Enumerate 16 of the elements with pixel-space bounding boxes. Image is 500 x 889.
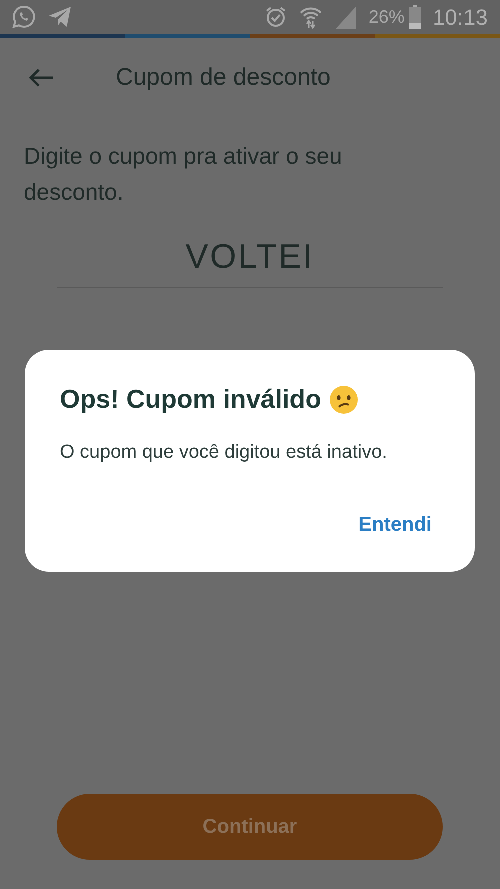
alarm-clock-icon	[264, 6, 287, 28]
coupon-input-field[interactable]: VOLTEI	[57, 232, 443, 288]
dialog-title: Ops! Cupom inválido	[60, 383, 322, 416]
battery-icon	[408, 5, 421, 29]
dialog-message: O cupom que você digitou está inativo.	[60, 441, 388, 465]
screen-title: Cupom de desconto	[116, 63, 331, 93]
clock-time: 10:13	[432, 4, 488, 32]
instruction-text: Digite o cupom pra ativar o seu desconto.	[24, 142, 344, 207]
wifi-icon	[298, 5, 323, 29]
chat-bubble-icon	[12, 5, 36, 29]
back-arrow-icon	[28, 68, 54, 88]
signal-icon	[334, 5, 357, 29]
paper-plane-icon	[48, 6, 72, 28]
confused-face-icon	[329, 384, 360, 414]
dialog-action-button[interactable]: Entendi	[350, 510, 440, 540]
battery-percentage: 26%	[368, 6, 405, 28]
